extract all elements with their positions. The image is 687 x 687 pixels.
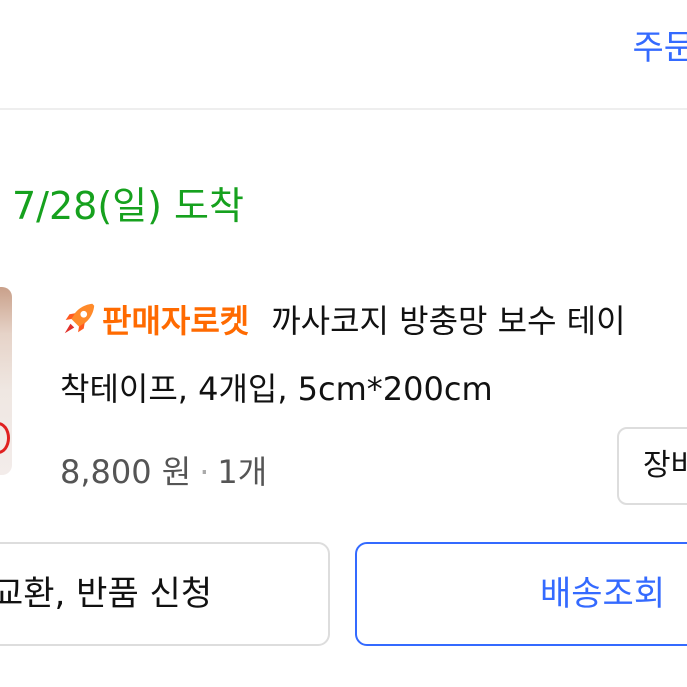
product-title-line2[interactable]: 착테이프, 4개입, 5cm*200cm — [60, 364, 493, 410]
seller-rocket-badge: 판매자로켓 — [102, 302, 250, 340]
separator-dot: · — [199, 453, 210, 491]
price-quantity: 8,800 원 · 1개 — [60, 447, 267, 493]
product-price: 8,800 원 — [60, 453, 192, 491]
product-thumbnail[interactable] — [0, 287, 12, 475]
product-title-line1: 까사코지 방충망 보수 테이 — [271, 302, 626, 340]
add-to-cart-button[interactable]: 장바 — [617, 427, 687, 505]
thumbnail-mark — [0, 422, 10, 454]
rocket-icon — [64, 303, 95, 334]
product-quantity: 1개 — [217, 453, 268, 491]
order-detail-link[interactable]: 주문 — [632, 20, 687, 69]
track-delivery-button[interactable]: 배송조회 — [355, 542, 687, 646]
exchange-return-button[interactable]: 교환, 반품 신청 — [0, 542, 330, 646]
arrival-status: 7/28(일) 도착 — [12, 184, 244, 228]
order-card: 주문 7/28(일) 도착 판매자로켓 까사코지 방충망 보수 테이 착테이프,… — [0, 0, 687, 687]
divider — [0, 108, 687, 110]
product-title-row[interactable]: 판매자로켓 까사코지 방충망 보수 테이 — [60, 296, 626, 342]
